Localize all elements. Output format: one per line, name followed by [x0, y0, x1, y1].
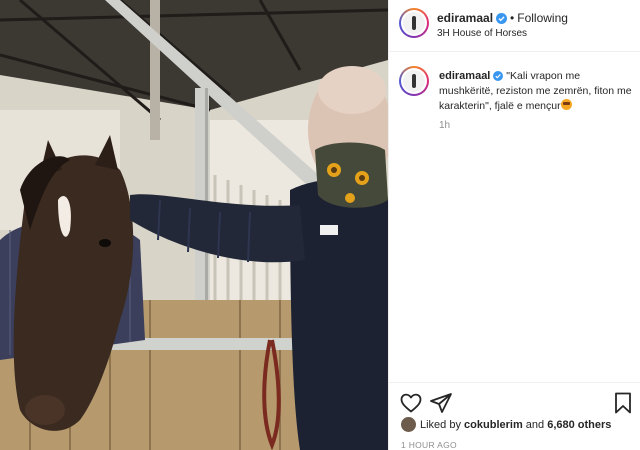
liker-avatar[interactable] [401, 417, 416, 432]
following-button[interactable]: Following [517, 11, 568, 25]
likes-summary: Liked by cokublerim and 6,680 others [401, 417, 611, 432]
caption-text-block: ediramaal "Kali vrapon me mushkëritë, re… [439, 69, 634, 114]
verified-badge-icon [493, 71, 504, 81]
likes-prefix: Liked by [420, 419, 461, 431]
verified-badge-icon [496, 13, 508, 24]
avatar-image [403, 12, 425, 34]
post-date[interactable]: 1 HOUR AGO [401, 440, 457, 450]
face-with-sunglasses-emoji [560, 99, 572, 110]
avatar-image [403, 70, 425, 92]
heart-icon[interactable] [399, 391, 423, 415]
profile-username-link[interactable]: ediramaal [437, 11, 493, 25]
likes-connector: and [525, 419, 545, 431]
caption-timestamp[interactable]: 1h [439, 120, 450, 131]
location-link[interactable]: 3H House of Horses [437, 28, 527, 39]
paper-plane-icon[interactable] [429, 391, 453, 415]
liker-username-link[interactable]: cokublerim [464, 419, 523, 431]
bookmark-icon[interactable] [611, 391, 635, 415]
post-header: ediramaal • Following 3H House of Horses [389, 0, 640, 52]
post-details-panel: ediramaal • Following 3H House of Horses e… [388, 0, 640, 450]
header-line: ediramaal • Following [437, 11, 568, 25]
action-bar [389, 382, 640, 422]
profile-avatar[interactable] [399, 8, 429, 38]
likes-others-link[interactable]: 6,680 others [547, 419, 611, 431]
stable-scene-image [0, 0, 388, 450]
separator-dot: • [510, 11, 515, 25]
caption-username-link[interactable]: ediramaal [439, 70, 490, 82]
caption-avatar[interactable] [399, 66, 429, 96]
post-photo[interactable] [0, 0, 388, 450]
instagram-post: ediramaal • Following 3H House of Horses e… [0, 0, 640, 450]
